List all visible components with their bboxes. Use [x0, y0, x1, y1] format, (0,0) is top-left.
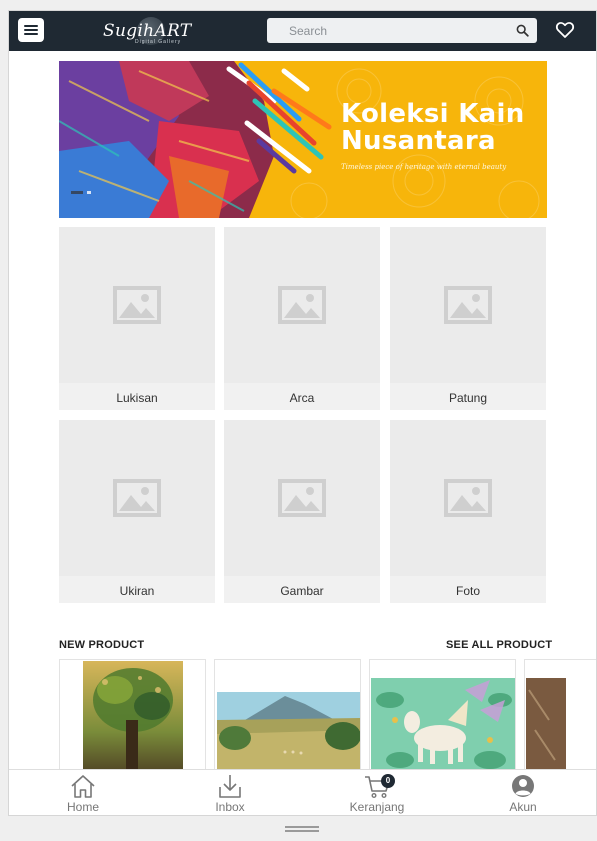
- category-card-ukiran[interactable]: Ukiran: [59, 420, 215, 603]
- hamburger-icon: [24, 25, 38, 27]
- product-image: [370, 660, 515, 778]
- top-bar: SugihART Digital Gallery: [9, 11, 596, 51]
- search-bar: [267, 18, 537, 43]
- image-placeholder-icon: [113, 286, 161, 324]
- image-placeholder-icon: [278, 479, 326, 517]
- search-input[interactable]: [267, 18, 507, 43]
- image-placeholder-icon: [113, 479, 161, 517]
- image-placeholder-icon: [444, 479, 492, 517]
- nav-home-label: Home: [66, 800, 99, 814]
- product-image: [525, 660, 596, 778]
- drag-handle[interactable]: [285, 826, 319, 832]
- category-card-patung[interactable]: Patung: [390, 227, 546, 410]
- nav-home[interactable]: Home: [43, 770, 123, 815]
- banner-subtitle: Timeless piece of heritage with eternal …: [341, 163, 507, 171]
- category-image: [390, 227, 546, 383]
- product-card[interactable]: [214, 659, 361, 779]
- search-icon[interactable]: [516, 24, 529, 37]
- menu-button[interactable]: [18, 18, 44, 42]
- banner-title: Koleksi Kain Nusantara: [341, 99, 525, 156]
- category-image: [224, 227, 380, 383]
- promo-banner[interactable]: Koleksi Kain Nusantara Timeless piece of…: [59, 61, 547, 218]
- see-all-product-link[interactable]: SEE ALL PRODUCT: [446, 639, 552, 651]
- category-image: [390, 420, 546, 576]
- product-image: [215, 660, 360, 778]
- slide-indicator: [71, 191, 83, 194]
- inbox-download-icon: [219, 775, 241, 798]
- cart-count-badge: 0: [381, 774, 395, 788]
- app-frame: SugihART Digital Gallery Search Koleksi …: [8, 10, 597, 816]
- product-card[interactable]: [369, 659, 516, 779]
- nav-inbox[interactable]: Inbox: [190, 770, 270, 815]
- category-label: Arca: [289, 391, 315, 405]
- bottom-nav: Home Inbox 0 Keranjang Akun: [9, 769, 596, 815]
- category-card-lukisan[interactable]: Lukisan: [59, 227, 215, 410]
- product-image: [83, 661, 183, 778]
- category-card-gambar[interactable]: Gambar: [224, 420, 380, 603]
- product-card[interactable]: [59, 659, 206, 779]
- category-label: Gambar: [280, 584, 324, 598]
- category-label: Foto: [455, 584, 480, 598]
- logo[interactable]: SugihART Digital Gallery: [101, 15, 195, 47]
- nav-cart-label: Keranjang: [349, 800, 405, 814]
- category-image: [59, 227, 215, 383]
- category-label: Lukisan: [116, 391, 158, 405]
- product-card[interactable]: [524, 659, 596, 779]
- user-account-icon: [512, 775, 534, 797]
- image-placeholder-icon: [278, 286, 326, 324]
- logo-text: SugihART: [103, 21, 192, 41]
- category-label: Ukiran: [119, 584, 155, 598]
- home-icon: [71, 775, 95, 798]
- category-card-foto[interactable]: Foto: [390, 420, 546, 603]
- nav-cart[interactable]: 0 Keranjang: [337, 770, 417, 815]
- category-card-arca[interactable]: Arca: [224, 227, 380, 410]
- new-product-heading: NEW PRODUCT: [59, 639, 145, 651]
- category-image: [59, 420, 215, 576]
- nav-account-label: Akun: [509, 800, 537, 814]
- nav-account[interactable]: Akun: [483, 770, 563, 815]
- category-label: Patung: [448, 391, 488, 405]
- logo-subtext: Digital Gallery: [135, 39, 182, 45]
- nav-inbox-label: Inbox: [215, 800, 245, 814]
- heart-icon[interactable]: [555, 20, 575, 40]
- category-image: [224, 420, 380, 576]
- image-placeholder-icon: [444, 286, 492, 324]
